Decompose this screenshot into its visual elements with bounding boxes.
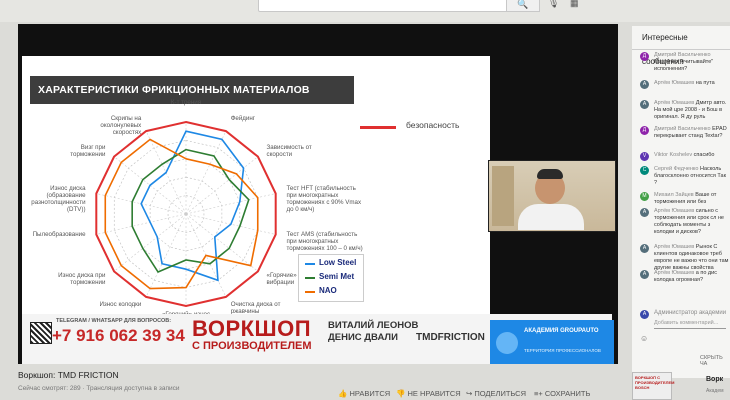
speaker-2: ДЕНИС ДВАЛИ bbox=[328, 332, 398, 343]
chat-author: Артём Юмашев bbox=[654, 208, 695, 214]
like-button[interactable]: 👍 НРАВИТСЯ bbox=[338, 389, 390, 398]
chat-author: Дмитрий Васильченко bbox=[654, 52, 711, 58]
telegram-label: TELEGRAM / WHATSAPP ДЛЯ ВОПРОСОВ: bbox=[56, 318, 172, 324]
video-title: Воркшоп: TMD FRICTION bbox=[18, 370, 119, 380]
qr-code-icon bbox=[30, 322, 52, 344]
legend-swatch-nao bbox=[305, 291, 315, 293]
chat-avatar: А bbox=[640, 100, 649, 109]
chat-author: Артём Юмашев bbox=[654, 244, 695, 250]
radar-axis-label: Тест AMS (стабильность при многократных … bbox=[286, 230, 363, 252]
chat-avatar: А bbox=[640, 80, 649, 89]
contact-phone: +7 916 062 39 34 bbox=[52, 326, 185, 345]
chat-author: Артём Юмашев bbox=[654, 80, 695, 86]
chat-author: Дмитрий Васильченко bbox=[654, 126, 711, 132]
radar-spoke bbox=[185, 193, 276, 215]
radar-axis-label: Пылеобразование bbox=[32, 230, 86, 238]
chat-avatar: А bbox=[640, 270, 649, 279]
chat-author: Артём Юмашев bbox=[654, 270, 695, 276]
academy-name: АКАДЕМИЯ GROUPAUTO bbox=[524, 328, 599, 334]
radar-axis-label: К-т трения bbox=[170, 98, 202, 106]
radar-axis-label: Зависимость от скорости bbox=[266, 143, 312, 158]
chat-avatar: Д bbox=[640, 52, 649, 61]
emoji-icon[interactable]: ☺ bbox=[640, 334, 648, 343]
chat-message-text: Артём Юмашев Дмитр авто. На мой цре 2008… bbox=[654, 100, 730, 121]
speaker-hair bbox=[537, 169, 563, 179]
chat-text: Nisshinbo "учитывайте" исполнения? bbox=[654, 59, 714, 72]
chat-input[interactable]: Добавить комментарий... bbox=[654, 320, 726, 329]
chat-avatar: V bbox=[640, 152, 649, 161]
radar-axis-label: Тест HFT (стабильность при многократных … bbox=[286, 185, 362, 214]
radar-axis-label: Износ диска при торможении bbox=[58, 272, 106, 287]
academy-emblem-icon bbox=[496, 332, 518, 354]
chat-user-avatar: А bbox=[640, 310, 649, 319]
workshop-title: ВОРКШОП bbox=[192, 316, 312, 341]
webcam-background-shelf bbox=[492, 166, 514, 226]
chat-message-text: Артём Юмашев на пута bbox=[654, 80, 730, 87]
search-button[interactable]: 🔍 bbox=[506, 0, 540, 12]
save-button[interactable]: ≡+ СОХРАНИТЬ bbox=[534, 389, 590, 398]
chat-message-text: Дмитрий Васильченко EPAD перекрывает ста… bbox=[654, 126, 730, 140]
safety-legend-line bbox=[360, 126, 396, 129]
workshop-subtitle: С ПРОИЗВОДИТЕЛЕМ bbox=[192, 340, 312, 352]
legend-low-steel: Low Steel bbox=[319, 258, 357, 267]
legend-semi-met: Semi Met bbox=[319, 272, 355, 281]
chat-avatar: М bbox=[640, 192, 649, 201]
radar-axis-label: Очистка диска от ржавчины bbox=[230, 300, 281, 315]
recommended-video-title[interactable]: Ворк bbox=[706, 376, 723, 383]
chat-message-text: Михаил Зайцев Ваше от торможения или без bbox=[654, 192, 730, 206]
share-button[interactable]: ↪ ПОДЕЛИТЬСЯ bbox=[466, 389, 526, 398]
radar-axis-label: Износ диска (образование разнотолщинност… bbox=[31, 185, 86, 214]
legend-nao: NAO bbox=[319, 286, 337, 295]
radar-axis-label: Визг при торможении bbox=[70, 143, 106, 158]
microphone-icon[interactable]: 🎙 bbox=[548, 0, 562, 10]
radar-axis-label: Износ колодки bbox=[99, 300, 142, 308]
chat-avatar: А bbox=[640, 208, 649, 217]
thumbs-up-icon: 👍 bbox=[338, 389, 350, 398]
radar-spoke bbox=[96, 213, 187, 235]
chat-text: на пута bbox=[695, 80, 715, 86]
safety-legend-label: безопасность bbox=[406, 120, 460, 130]
chat-author: Артём Юмашев bbox=[654, 100, 695, 106]
academy-tagline: ТЕРРИТОРИЯ ПРОФЕССИОНАЛОВ bbox=[524, 348, 601, 353]
search-input[interactable] bbox=[258, 0, 508, 12]
thumbs-down-icon: 👎 bbox=[396, 389, 408, 398]
speaker-body bbox=[518, 204, 584, 230]
chat-avatar: Д bbox=[640, 126, 649, 135]
tmd-friction-logo: TMDFRICTION bbox=[416, 332, 485, 343]
radar-axis-label: Фейдинг bbox=[230, 115, 256, 123]
chat-message-text: Артём Юмашев а по дис колодка огромная? bbox=[654, 270, 730, 284]
chat-author: Сергей Федченко bbox=[654, 166, 699, 172]
recommended-video-thumbnail[interactable]: ВОРКШОП С ПРОИЗВОДИТЕЛЕМ BOSCH bbox=[632, 372, 674, 400]
apps-icon[interactable]: ▦ bbox=[570, 0, 579, 9]
chat-text: спасибо bbox=[693, 152, 715, 158]
hide-chat-button[interactable]: СКРЫТЬ ЧА bbox=[700, 355, 730, 367]
chat-header[interactable]: Интересные сообщения bbox=[632, 26, 730, 66]
chat-message-text: Артём Юмашев сильно с торможения или сро… bbox=[654, 208, 730, 236]
chat-message-text: Сергей Федченко Насколь благосклонно отн… bbox=[654, 166, 730, 187]
chat-input-user: Администратор академии bbox=[654, 310, 727, 316]
chat-avatar: С bbox=[640, 166, 649, 175]
chat-avatar: А bbox=[640, 244, 649, 253]
video-meta: Сейчас смотрят: 289 · Трансляция доступн… bbox=[18, 385, 180, 392]
recommended-video-channel: Академ bbox=[706, 388, 724, 394]
chat-message-text: Viktor Koshelev спасибо bbox=[654, 152, 730, 159]
radar-series-1 bbox=[140, 130, 245, 282]
speakers: ВИТАЛИЙ ЛЕОНОВ ДЕНИС ДВАЛИ bbox=[328, 320, 418, 344]
chat-message-text: Артём Юмашев Рынок С клиентов одинаковое… bbox=[654, 244, 730, 272]
chat-author: Viktor Koshelev bbox=[654, 152, 693, 158]
chart-legend: Low Steel Semi Met NAO bbox=[298, 254, 364, 302]
dislike-button[interactable]: 👎 НЕ НРАВИТСЯ bbox=[396, 389, 461, 398]
legend-swatch-semi-met bbox=[305, 277, 315, 279]
chat-message-text: Дмитрий Васильченко Nisshinbo "учитывайт… bbox=[654, 52, 730, 73]
radar-axis-label: Скрипы на околонулевых скоростях bbox=[100, 115, 142, 137]
legend-swatch-low-steel bbox=[305, 263, 315, 265]
chat-author: Михаил Зайцев bbox=[654, 192, 694, 198]
speaker-1: ВИТАЛИЙ ЛЕОНОВ bbox=[328, 320, 419, 331]
add-to-playlist-icon: ≡+ bbox=[534, 389, 545, 398]
